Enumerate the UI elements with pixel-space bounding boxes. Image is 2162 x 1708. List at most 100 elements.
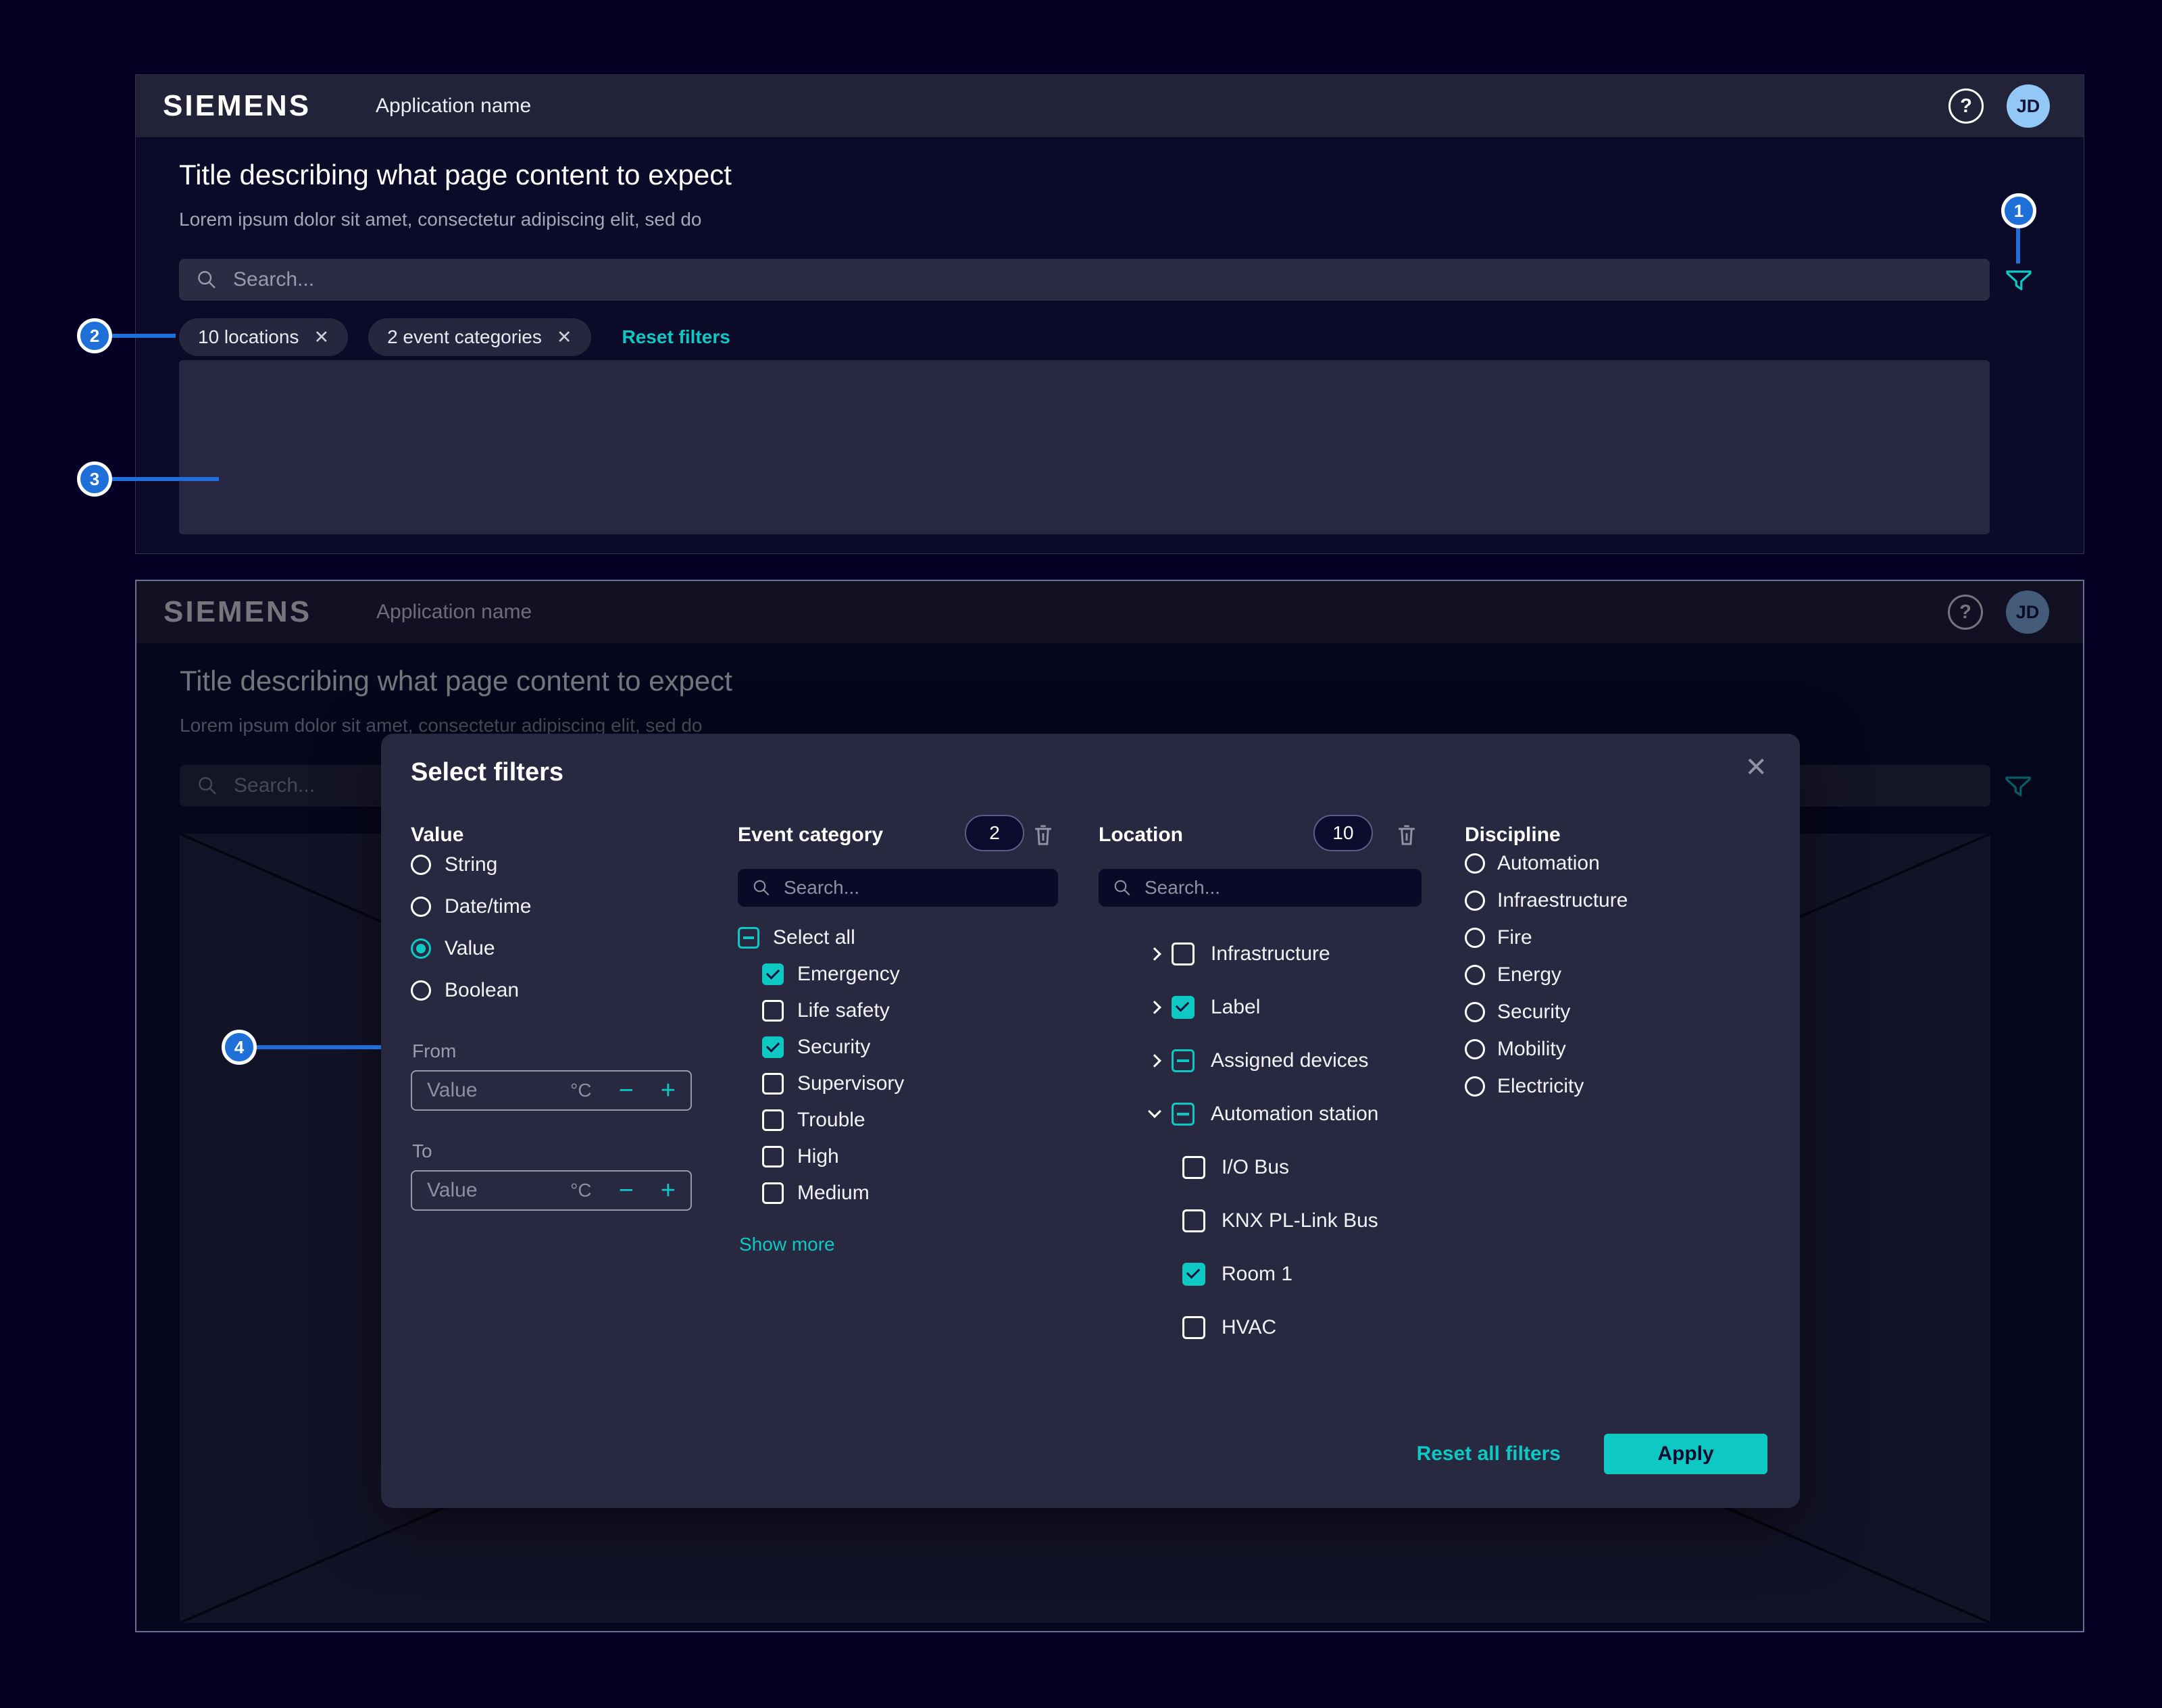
tree-node-assigned-devices[interactable]: Assigned devices — [1099, 1045, 1422, 1077]
radio-icon — [1465, 1076, 1485, 1097]
checkbox-label: High — [797, 1145, 839, 1168]
search-icon — [195, 268, 218, 291]
checkbox-icon[interactable] — [1172, 943, 1195, 965]
avatar[interactable]: JD — [2007, 84, 2050, 128]
chevron-right-icon[interactable] — [1145, 1003, 1165, 1012]
radio-option-infraestructure[interactable]: Infraestructure — [1465, 887, 1755, 914]
checkbox-trouble[interactable]: Trouble — [738, 1107, 1058, 1134]
annotation-badge-3: 3 — [77, 461, 112, 497]
checkbox-label: Emergency — [797, 963, 900, 986]
radio-label: Automation — [1497, 852, 1600, 875]
trash-icon[interactable] — [1392, 820, 1422, 850]
filter-column-discipline: Discipline Automation Infraestructure Fi… — [1465, 820, 1755, 1110]
event-category-search-input[interactable]: Search... — [738, 869, 1058, 907]
increment-button[interactable]: + — [661, 1078, 676, 1103]
column-heading: Location — [1099, 820, 1422, 850]
checkbox-high[interactable]: High — [738, 1143, 1058, 1170]
checkbox-indeterminate-icon[interactable] — [1172, 1049, 1195, 1072]
radio-option-fire[interactable]: Fire — [1465, 924, 1755, 951]
checkbox-label: Medium — [797, 1182, 870, 1205]
radio-icon — [1465, 965, 1485, 985]
annotation-badge-1: 1 — [2001, 193, 2036, 228]
show-more-link[interactable]: Show more — [739, 1234, 1058, 1255]
tree-node-automation-station[interactable]: Automation station — [1099, 1098, 1422, 1130]
checkbox-icon[interactable] — [1182, 1209, 1205, 1232]
location-search-input[interactable]: Search... — [1099, 869, 1422, 907]
app-name: Application name — [376, 95, 531, 118]
close-icon[interactable]: ✕ — [1744, 754, 1767, 781]
checkbox-icon[interactable] — [1182, 1316, 1205, 1339]
help-icon[interactable]: ? — [1949, 89, 1984, 124]
radio-option-energy[interactable]: Energy — [1465, 961, 1755, 988]
checkbox-medium[interactable]: Medium — [738, 1180, 1058, 1207]
radio-option-boolean[interactable]: Boolean — [411, 976, 701, 1005]
checkbox-supervisory[interactable]: Supervisory — [738, 1070, 1058, 1097]
radio-label: Electricity — [1497, 1075, 1584, 1098]
apply-button[interactable]: Apply — [1604, 1434, 1767, 1474]
remove-filter-icon[interactable]: ✕ — [557, 327, 572, 348]
column-heading: Value — [411, 820, 701, 850]
radio-option-value[interactable]: Value — [411, 934, 701, 963]
trash-icon[interactable] — [1028, 820, 1058, 850]
chevron-right-icon[interactable] — [1145, 949, 1165, 959]
chevron-right-icon[interactable] — [1145, 1056, 1165, 1065]
select-filters-modal: Select filters ✕ Value String Date/time … — [381, 734, 1800, 1508]
tree-node-label: Infrastructure — [1211, 943, 1330, 965]
filter-funnel-icon[interactable] — [2003, 264, 2035, 297]
checkbox-checked-icon — [762, 1036, 784, 1058]
from-label: From — [412, 1040, 701, 1062]
chevron-down-icon[interactable] — [1145, 1112, 1165, 1116]
radio-option-security[interactable]: Security — [1465, 999, 1755, 1026]
radio-icon — [1465, 1039, 1485, 1059]
annotation-connector — [112, 477, 219, 481]
page-title: Title describing what page content to ex… — [179, 159, 732, 191]
tree-node-io-bus[interactable]: I/O Bus — [1099, 1151, 1422, 1184]
radio-label: Infraestructure — [1497, 889, 1628, 912]
active-filters-bar: 10 locations ✕ 2 event categories ✕ Rese… — [179, 318, 730, 356]
checkbox-icon — [762, 1182, 784, 1204]
to-value-input[interactable]: Value °C − + — [411, 1170, 692, 1211]
checkbox-checked-icon[interactable] — [1182, 1263, 1205, 1286]
checkbox-indeterminate-icon[interactable] — [1172, 1103, 1195, 1126]
checkbox-emergency[interactable]: Emergency — [738, 961, 1058, 988]
checkbox-checked-icon[interactable] — [1172, 996, 1195, 1019]
tree-node-label: HVAC — [1222, 1316, 1276, 1339]
radio-option-mobility[interactable]: Mobility — [1465, 1036, 1755, 1063]
radio-option-electricity[interactable]: Electricity — [1465, 1073, 1755, 1100]
checkbox-icon[interactable] — [1182, 1156, 1205, 1179]
radio-icon — [1465, 928, 1485, 948]
radio-option-automation[interactable]: Automation — [1465, 850, 1755, 877]
search-icon — [1112, 878, 1132, 898]
tree-node-label[interactable]: Label — [1099, 991, 1422, 1024]
radio-option-datetime[interactable]: Date/time — [411, 892, 701, 922]
page-subtitle: Lorem ipsum dolor sit amet, consectetur … — [179, 209, 702, 230]
radio-icon — [1465, 1002, 1485, 1022]
radio-label: Mobility — [1497, 1038, 1566, 1061]
search-input[interactable]: Search... — [179, 259, 1990, 301]
tree-node-knx-pl-link-bus[interactable]: KNX PL-Link Bus — [1099, 1205, 1422, 1237]
radio-option-string[interactable]: String — [411, 850, 701, 880]
checkbox-icon — [762, 1000, 784, 1022]
to-label: To — [412, 1140, 701, 1162]
increment-button[interactable]: + — [661, 1178, 676, 1203]
column-heading: Discipline — [1465, 820, 1755, 850]
unit-label: °C — [570, 1080, 591, 1101]
selected-count-badge: 2 — [965, 815, 1024, 851]
tree-node-label: Assigned devices — [1211, 1049, 1368, 1072]
reset-filters-link[interactable]: Reset filters — [622, 326, 730, 348]
tree-node-label: Room 1 — [1222, 1263, 1292, 1286]
checkbox-select-all[interactable]: Select all — [738, 924, 1058, 951]
reset-all-filters-link[interactable]: Reset all filters — [1417, 1442, 1561, 1465]
filter-pill-locations[interactable]: 10 locations ✕ — [179, 318, 348, 356]
tree-node-room-1[interactable]: Room 1 — [1099, 1258, 1422, 1290]
remove-filter-icon[interactable]: ✕ — [313, 327, 329, 348]
checkbox-life-safety[interactable]: Life safety — [738, 997, 1058, 1024]
tree-node-label: KNX PL-Link Bus — [1222, 1209, 1378, 1232]
decrement-button[interactable]: − — [619, 1078, 634, 1103]
filter-pill-event-categories[interactable]: 2 event categories ✕ — [368, 318, 590, 356]
checkbox-security[interactable]: Security — [738, 1034, 1058, 1061]
tree-node-infrastructure[interactable]: Infrastructure — [1099, 938, 1422, 970]
decrement-button[interactable]: − — [619, 1178, 634, 1203]
from-value-input[interactable]: Value °C − + — [411, 1070, 692, 1111]
tree-node-hvac[interactable]: HVAC — [1099, 1311, 1422, 1344]
